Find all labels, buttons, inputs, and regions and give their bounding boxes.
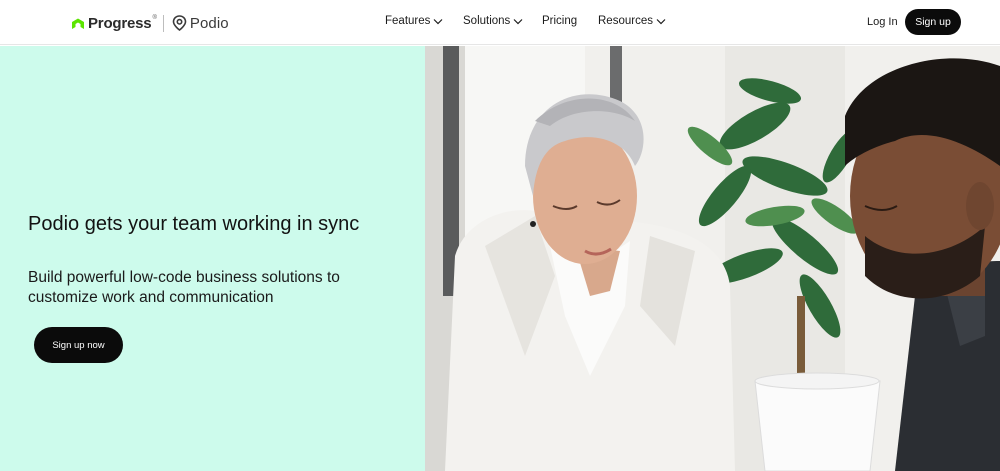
nav-solutions-label: Solutions — [463, 15, 511, 27]
brand-divider — [162, 14, 164, 32]
nav-resources-label: Resources — [598, 15, 653, 27]
nav-pricing[interactable]: Pricing — [542, 15, 577, 27]
signup-button[interactable]: Sign up — [905, 9, 961, 35]
hero-photo — [425, 46, 1000, 471]
trademark-symbol: ® — [152, 15, 157, 21]
nav-resources[interactable]: Resources — [598, 15, 666, 27]
brand-logo[interactable]: Progress ® Podio — [71, 12, 229, 34]
nav-features[interactable]: Features — [385, 15, 443, 27]
podio-brand-label: Podio — [189, 14, 229, 32]
hero-title: Podio gets your team working in sync — [28, 213, 360, 235]
chevron-down-icon — [656, 18, 666, 24]
podio-pin-icon — [172, 15, 187, 31]
site-header: Progress ® Podio Features Solutions Pric… — [0, 0, 1000, 45]
nav-solutions[interactable]: Solutions — [463, 15, 523, 27]
nav-features-label: Features — [385, 15, 431, 27]
office-team-photo — [425, 46, 1000, 471]
login-link[interactable]: Log In — [867, 16, 898, 28]
signup-now-button[interactable]: Sign up now — [34, 327, 123, 363]
nav-pricing-label: Pricing — [542, 15, 578, 27]
chevron-down-icon — [513, 18, 523, 24]
hero-panel — [0, 46, 425, 471]
progress-logo-icon — [72, 18, 84, 29]
progress-brand-label: Progress — [88, 14, 152, 32]
hero-subtitle: Build powerful low-code business solutio… — [28, 269, 340, 306]
chevron-down-icon — [433, 18, 443, 24]
